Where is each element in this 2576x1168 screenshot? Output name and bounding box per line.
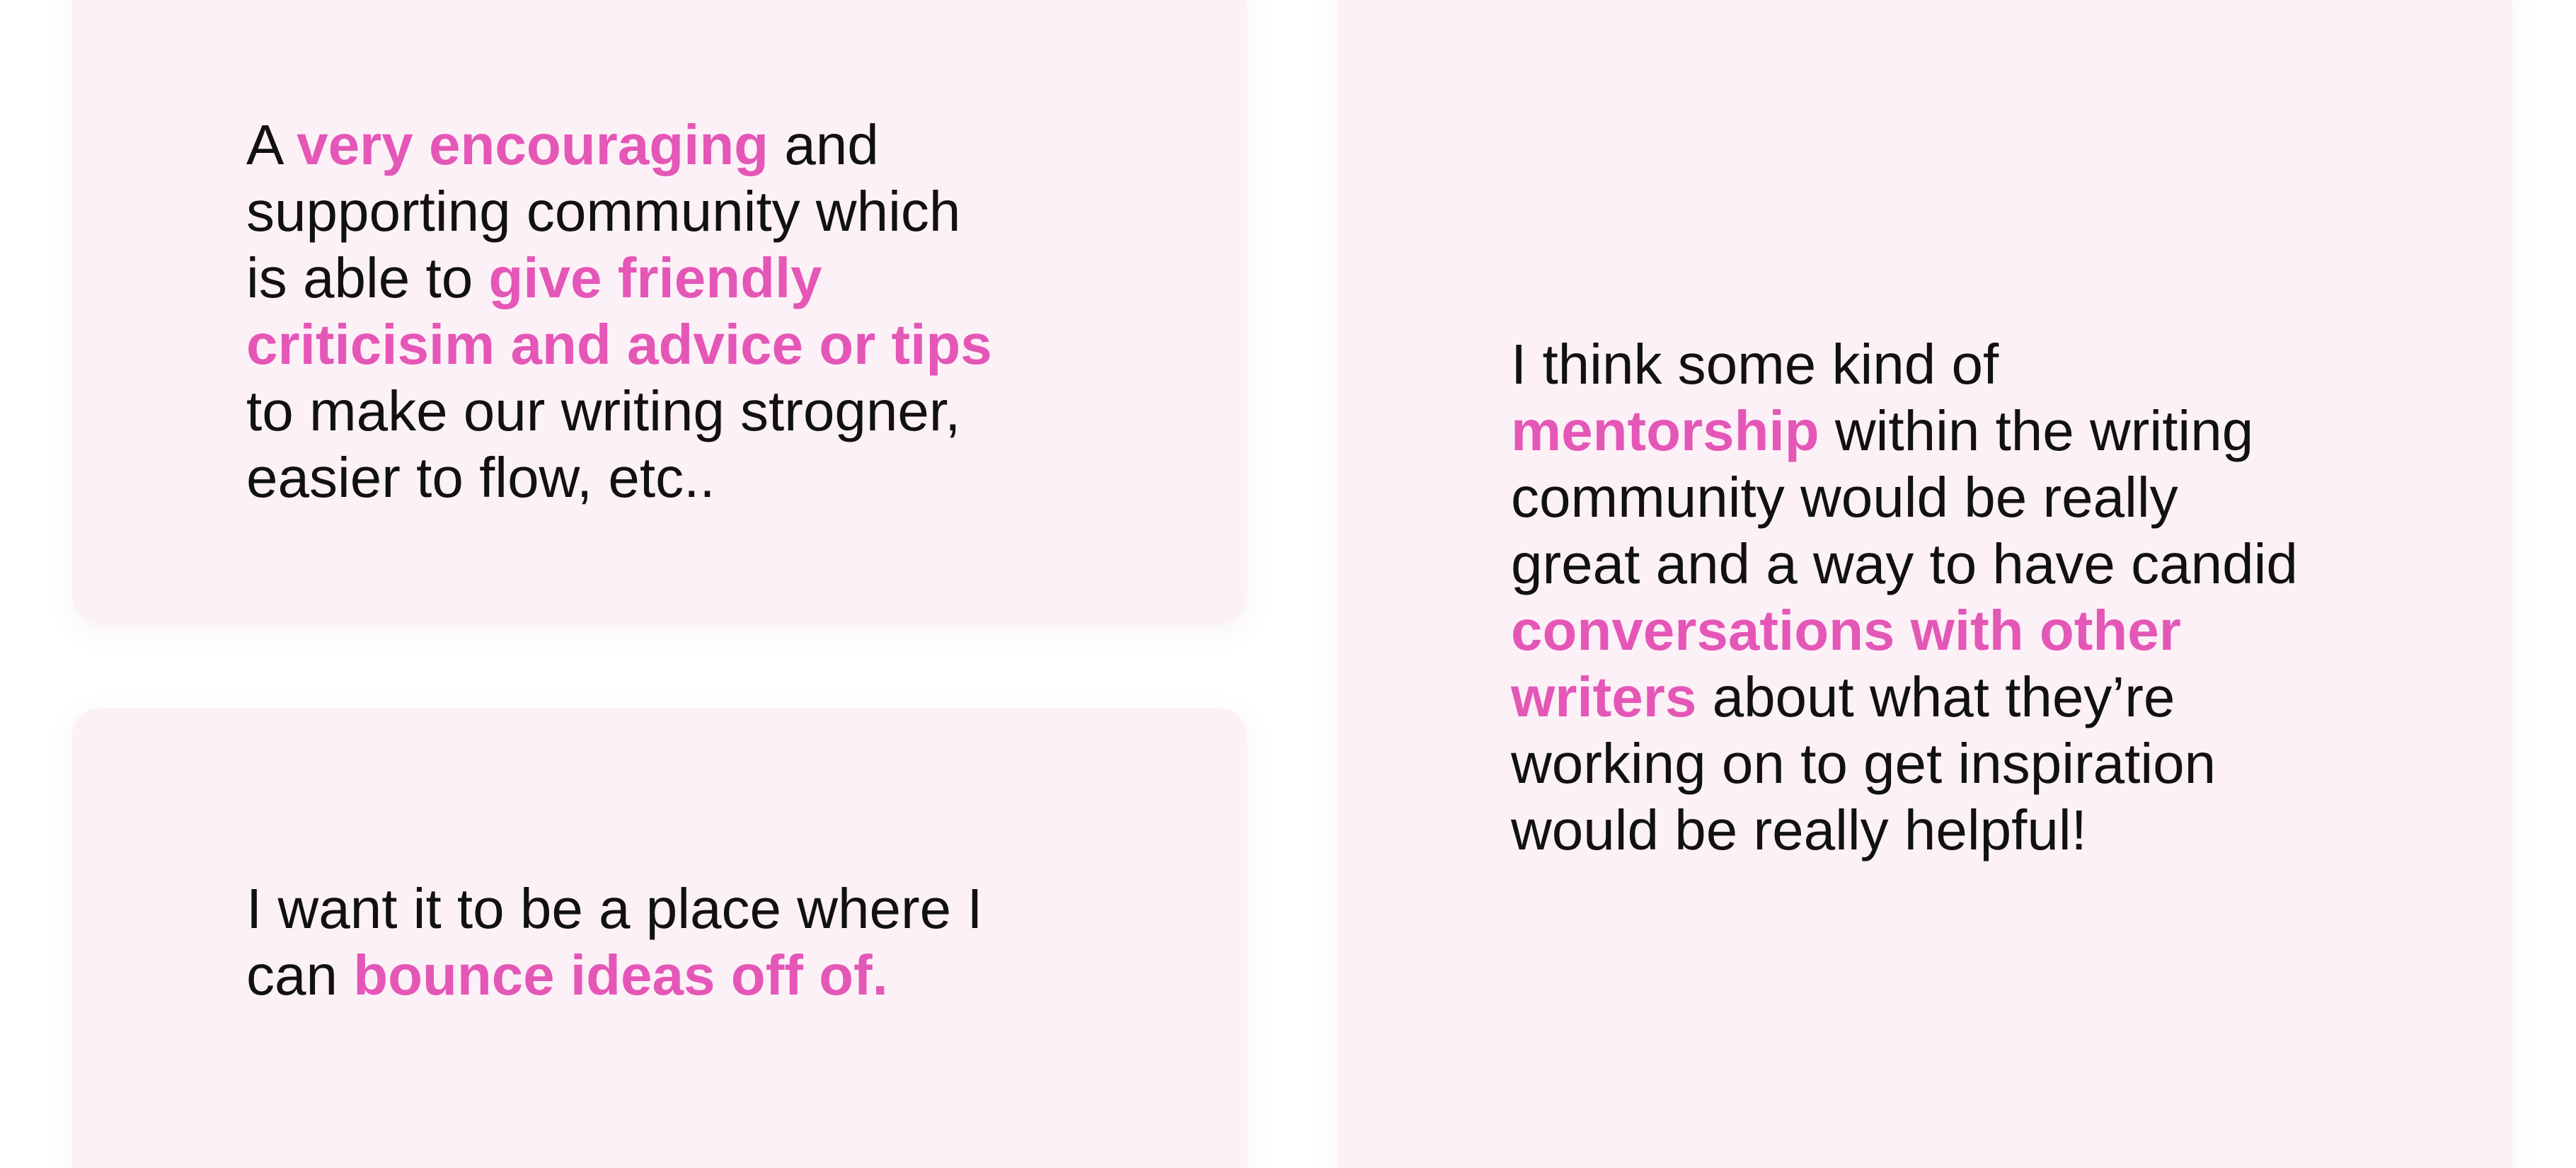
quote-text-community: A very encouraging and supporting communi… <box>246 112 992 511</box>
highlighted-phrase: bounce ideas off of. <box>353 944 888 1007</box>
quote-line: I think some kind of <box>1511 333 1999 396</box>
quote-phrase: supporting community which <box>246 180 961 243</box>
quote-line: easier to flow, etc.. <box>246 446 715 509</box>
quote-line: can bounce ideas off of. <box>246 944 888 1007</box>
quote-line: community would be really <box>1511 466 2178 529</box>
quote-phrase: and <box>769 113 879 176</box>
quote-line: criticisim and advice or tips <box>246 313 992 376</box>
highlighted-phrase: criticisim and advice or tips <box>246 313 992 376</box>
quote-phrase: community would be really <box>1511 466 2178 529</box>
quote-phrase: is able to <box>246 246 489 309</box>
quote-phrase: can <box>246 944 354 1007</box>
highlighted-phrase: mentorship <box>1511 399 1819 462</box>
quote-line: writers about what they’re <box>1511 665 2175 728</box>
quote-line: A very encouraging and <box>246 113 879 176</box>
quote-line: is able to give friendly <box>246 246 822 309</box>
highlighted-phrase: writers <box>1511 665 1697 728</box>
highlighted-phrase: give friendly <box>488 246 822 309</box>
quote-phrase: A <box>246 113 297 176</box>
quote-phrase: easier to flow, etc.. <box>246 446 715 509</box>
quote-phrase: great and a way to have candid <box>1511 532 2298 595</box>
quote-line: I want it to be a place where I <box>246 877 983 940</box>
quote-line: conversations with other <box>1511 599 2181 662</box>
quote-line: to make our writing strogner, <box>246 379 960 442</box>
quote-phrase: about what they’re <box>1696 665 2175 728</box>
quote-line: supporting community which <box>246 180 960 243</box>
quote-text-ideas: I want it to be a place where Ican bounc… <box>246 876 983 1009</box>
quote-line: would be really helpful! <box>1511 798 2087 861</box>
quote-phrase: would be really helpful! <box>1511 798 2087 861</box>
quote-phrase: working on to get inspiration <box>1511 732 2216 795</box>
quote-phrase: I think some kind of <box>1511 333 1999 396</box>
quote-line: great and a way to have candid <box>1511 532 2298 595</box>
highlighted-phrase: very encouraging <box>297 113 769 176</box>
quote-phrase: I want it to be a place where I <box>246 877 983 940</box>
highlighted-phrase: conversations with other <box>1511 599 2181 662</box>
quote-phrase: to make our writing strogner, <box>246 379 961 442</box>
quote-phrase: within the writing <box>1819 399 2254 462</box>
quote-text-mentorship: I think some kind of mentorship within th… <box>1511 331 2298 864</box>
page: A very encouraging and supporting communi… <box>0 0 2576 1168</box>
quote-line: mentorship within the writing <box>1511 399 2253 462</box>
quote-line: working on to get inspiration <box>1511 732 2216 795</box>
